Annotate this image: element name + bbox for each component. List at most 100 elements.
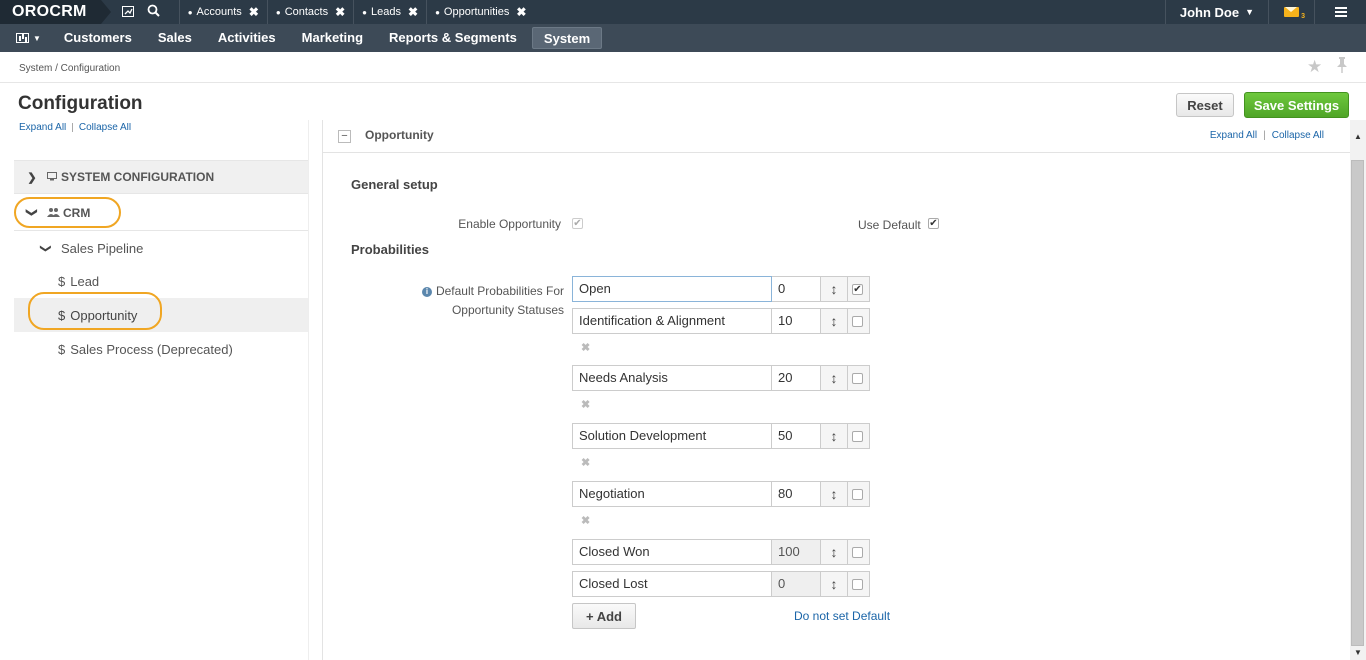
default-checkbox[interactable] (852, 489, 863, 500)
menu-item-system[interactable]: System (531, 27, 603, 49)
probability-input[interactable]: 0 (772, 276, 821, 302)
section-title: Opportunity (365, 128, 434, 142)
default-checkbox[interactable] (852, 316, 863, 327)
default-checkbox[interactable] (852, 547, 863, 558)
expand-all-link[interactable]: Expand All (1210, 130, 1257, 141)
default-checkbox[interactable] (852, 431, 863, 442)
collapse-all-link[interactable]: Collapse All (1272, 130, 1324, 141)
drag-handle[interactable]: ↕ (821, 276, 848, 302)
menu-item-customers[interactable]: Customers (53, 27, 143, 49)
close-icon[interactable]: ✖ (516, 5, 526, 19)
info-icon[interactable]: i (421, 287, 432, 297)
sort-arrows-icon: ↕ (830, 281, 838, 297)
remove-icon[interactable]: ✖ (581, 398, 590, 411)
search-icon[interactable] (141, 4, 167, 20)
status-name-input[interactable]: Closed Lost (572, 571, 772, 597)
history-icon[interactable] (115, 5, 141, 20)
sidebar-divider (308, 120, 309, 660)
sort-arrows-icon: ↕ (830, 370, 838, 386)
close-icon[interactable]: ✖ (249, 5, 259, 19)
top-bar: OROCRM ● Accounts ✖ ● Contacts ✖ ● Leads ✖ ● Op… (0, 0, 1366, 24)
save-settings-button[interactable]: Save Settings (1244, 92, 1349, 118)
caret-down-icon: ▼ (1245, 7, 1254, 17)
reset-button[interactable]: Reset (1176, 93, 1234, 117)
scroll-up-arrow-icon[interactable]: ▲ (1354, 132, 1362, 141)
add-status-button[interactable]: + Add (572, 603, 636, 629)
remove-icon[interactable]: ✖ (581, 456, 590, 469)
menu-item-sales[interactable]: Sales (147, 27, 203, 49)
bullet-icon: ● (435, 7, 440, 17)
main-menu: ▼ Customers Sales Activities Marketing R… (0, 24, 1366, 52)
probability-input[interactable]: 20 (772, 365, 821, 391)
menu-item-marketing[interactable]: Marketing (291, 27, 374, 49)
scrollbar-thumb[interactable] (1351, 160, 1364, 646)
tree-item-label: Lead (70, 273, 100, 289)
menu-item-reports-segments[interactable]: Reports & Segments (378, 27, 528, 49)
tree-item-system-configuration[interactable]: ❯ SYSTEM CONFIGURATION (14, 160, 308, 194)
probability-input[interactable]: 50 (772, 423, 821, 449)
tree-item-crm[interactable]: ❯ CRM (14, 195, 308, 231)
probability-row: Negotiation 80 ↕ (572, 481, 870, 507)
drag-handle[interactable]: ↕ (821, 423, 848, 449)
menu-item-activities[interactable]: Activities (207, 27, 287, 49)
drag-handle[interactable]: ↕ (821, 539, 848, 565)
user-menu[interactable]: John Doe ▼ (1164, 0, 1268, 24)
pinned-tab-contacts[interactable]: ● Contacts ✖ (266, 0, 353, 24)
breadcrumb[interactable]: System / Configuration (19, 63, 120, 74)
caret-down-icon: ▼ (33, 33, 41, 43)
tree-item-sales-process[interactable]: $ Sales Process (Deprecated) (14, 333, 308, 365)
hamburger-menu-icon[interactable] (1314, 0, 1366, 24)
enable-opportunity-checkbox[interactable]: ✔ (572, 218, 583, 229)
default-cell (848, 308, 870, 334)
scrollbar[interactable]: ▲ ▼ (1350, 120, 1366, 660)
probability-row: Closed Won 100 ↕ (572, 539, 870, 565)
tree-item-sales-pipeline[interactable]: ❯ Sales Pipeline (14, 232, 308, 264)
remove-icon[interactable]: ✖ (581, 514, 590, 527)
collapse-icon[interactable]: − (338, 130, 351, 143)
close-icon[interactable]: ✖ (408, 5, 418, 19)
use-default-checkbox[interactable]: ✔ (928, 218, 939, 229)
status-name-input[interactable]: Closed Won (572, 539, 772, 565)
status-name-input[interactable]: Needs Analysis (572, 365, 772, 391)
users-icon (47, 206, 60, 220)
probability-input[interactable]: 80 (772, 481, 821, 507)
use-default-label: Use Default (858, 218, 921, 232)
config-tree: Expand All | Collapse All ❯ SYSTEM CONFIGU… (0, 120, 308, 660)
expand-all-link[interactable]: Expand All (19, 123, 66, 132)
tree-item-label: SYSTEM CONFIGURATION (61, 170, 215, 184)
status-name-input[interactable]: Negotiation (572, 481, 772, 507)
pinned-tab-opportunities[interactable]: ● Opportunities ✖ (426, 0, 534, 24)
default-checkbox[interactable]: ✔ (852, 284, 863, 295)
drag-handle[interactable]: ↕ (821, 308, 848, 334)
pinned-tab-leads[interactable]: ● Leads ✖ (353, 0, 426, 24)
default-checkbox[interactable] (852, 579, 863, 590)
dashboard-menu[interactable]: ▼ (6, 24, 51, 52)
do-not-set-default-link[interactable]: Do not set Default (794, 609, 890, 623)
tree-item-lead[interactable]: $ Lead (14, 265, 308, 297)
probability-input[interactable]: 10 (772, 308, 821, 334)
default-checkbox[interactable] (852, 373, 863, 384)
star-icon[interactable]: ★ (1307, 57, 1322, 77)
scroll-down-arrow-icon[interactable]: ▼ (1354, 648, 1362, 657)
drag-handle[interactable]: ↕ (821, 365, 848, 391)
default-cell (848, 365, 870, 391)
sort-arrows-icon: ↕ (830, 576, 838, 592)
pin-icon[interactable] (1336, 56, 1348, 74)
app-logo[interactable]: OROCRM (0, 0, 111, 24)
mail-button[interactable]: 3 (1268, 0, 1314, 24)
collapse-all-link[interactable]: Collapse All (79, 123, 131, 132)
status-name-input[interactable]: Open (572, 276, 772, 302)
pinned-tab-accounts[interactable]: ● Accounts ✖ (178, 0, 267, 24)
pinned-tab-label: Opportunities (443, 6, 510, 18)
mail-count: 3 (1301, 13, 1305, 20)
drag-handle[interactable]: ↕ (821, 571, 848, 597)
close-icon[interactable]: ✖ (335, 5, 345, 19)
bullet-icon: ● (275, 7, 281, 17)
remove-icon[interactable]: ✖ (581, 341, 590, 354)
drag-handle[interactable]: ↕ (821, 481, 848, 507)
tree-item-label: Sales Pipeline (61, 240, 144, 256)
status-name-input[interactable]: Solution Development (572, 423, 772, 449)
tree-item-opportunity[interactable]: $ Opportunity (14, 298, 308, 332)
status-name-input[interactable]: Identification & Alignment (572, 308, 772, 334)
envelope-icon: 3 (1284, 7, 1305, 20)
